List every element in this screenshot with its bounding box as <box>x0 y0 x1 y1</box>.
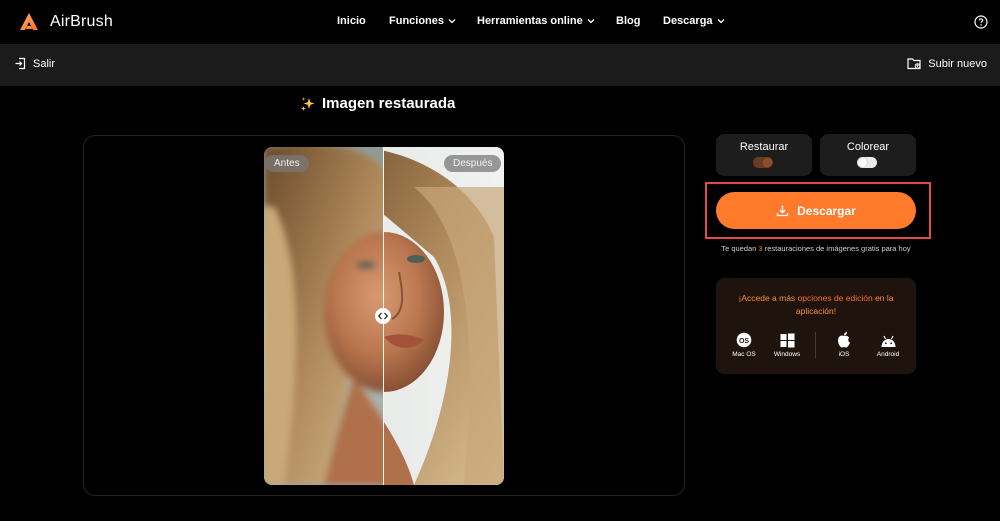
folder-upload-icon <box>907 58 921 70</box>
platform-divider <box>815 332 816 358</box>
download-label: Descargar <box>797 203 856 218</box>
logo[interactable]: AirBrush <box>18 11 113 33</box>
exit-button[interactable]: Salir <box>14 57 55 70</box>
colorize-label: Colorear <box>846 141 890 153</box>
platform-android[interactable]: Android <box>866 330 910 358</box>
nav-label: Herramientas online <box>477 15 583 27</box>
platform-label: Mac OS <box>732 351 756 358</box>
android-icon <box>881 335 895 347</box>
svg-text:OS: OS <box>739 338 749 345</box>
remaining-count: 3 <box>758 244 763 253</box>
airbrush-logo-icon <box>20 13 38 30</box>
exit-label: Salir <box>33 57 56 70</box>
editor-toolbar: Salir Subir nuevo <box>0 44 1000 86</box>
nav-label: Blog <box>616 15 641 27</box>
restore-option: Restaurar <box>716 134 812 176</box>
remaining-restorations: Te quedan 3 restauraciones de imágenes g… <box>716 243 916 254</box>
toggle-knob <box>858 158 867 167</box>
nav-blog[interactable]: Blog <box>616 15 663 27</box>
nav-label: Funciones <box>389 15 445 27</box>
download-icon <box>776 205 789 217</box>
promo-highlight: opciones de edición <box>797 293 873 303</box>
upload-new-button[interactable]: Subir nuevo <box>907 57 987 70</box>
remaining-suffix: restauraciones de imágenes gratis para h… <box>764 244 911 253</box>
colorize-toggle[interactable] <box>857 157 877 168</box>
nav-herramientas-online[interactable]: Herramientas online <box>477 15 616 27</box>
nav-label: Descarga <box>663 15 713 27</box>
code-arrows-icon <box>378 312 388 320</box>
before-label: Antes <box>265 155 309 172</box>
sparkles-icon <box>301 96 315 111</box>
promo-text: ¡Accede a más opciones de edición en la … <box>726 292 906 318</box>
download-button[interactable]: Descargar <box>716 192 916 229</box>
platform-list: OS Mac OS Windows iOS Android <box>716 330 916 364</box>
platform-ios[interactable]: iOS <box>822 330 866 358</box>
nav-funciones[interactable]: Funciones <box>389 15 477 27</box>
exit-icon <box>15 57 26 70</box>
help-circle-icon[interactable] <box>974 15 988 29</box>
macos-icon: OS <box>736 332 752 348</box>
logo-text: AirBrush <box>50 13 113 30</box>
after-label: Después <box>444 155 502 172</box>
compare-slider-handle[interactable] <box>375 308 391 324</box>
top-navigation: AirBrush Inicio Funciones Herramientas o… <box>0 0 1000 44</box>
restore-label: Restaurar <box>739 141 789 153</box>
chevron-down-icon <box>448 19 456 24</box>
nav-descarga[interactable]: Descarga <box>663 15 725 27</box>
chevron-down-icon <box>717 19 725 24</box>
app-promo-card: ¡Accede a más opciones de edición en la … <box>716 278 916 374</box>
platform-label: Android <box>876 351 900 358</box>
colorize-option: Colorear <box>820 134 916 176</box>
nav-inicio[interactable]: Inicio <box>337 15 389 27</box>
page-title: Imagen restaurada <box>300 95 455 112</box>
page-title-text: Imagen restaurada <box>322 95 456 112</box>
restore-toggle[interactable] <box>753 157 773 168</box>
platform-windows[interactable]: Windows <box>765 330 809 358</box>
apple-icon <box>838 331 850 348</box>
remaining-prefix: Te quedan <box>721 244 757 253</box>
toggle-knob <box>763 158 772 167</box>
main-nav: Inicio Funciones Herramientas online Blo… <box>337 15 725 27</box>
upload-new-label: Subir nuevo <box>928 57 987 70</box>
platform-macos[interactable]: OS Mac OS <box>722 330 766 358</box>
chevron-down-icon <box>587 19 595 24</box>
nav-label: Inicio <box>337 15 366 27</box>
platform-label: Windows <box>773 351 801 358</box>
windows-icon <box>780 333 794 348</box>
promo-prefix: ¡Accede a más <box>738 293 796 303</box>
platform-label: iOS <box>838 351 850 358</box>
